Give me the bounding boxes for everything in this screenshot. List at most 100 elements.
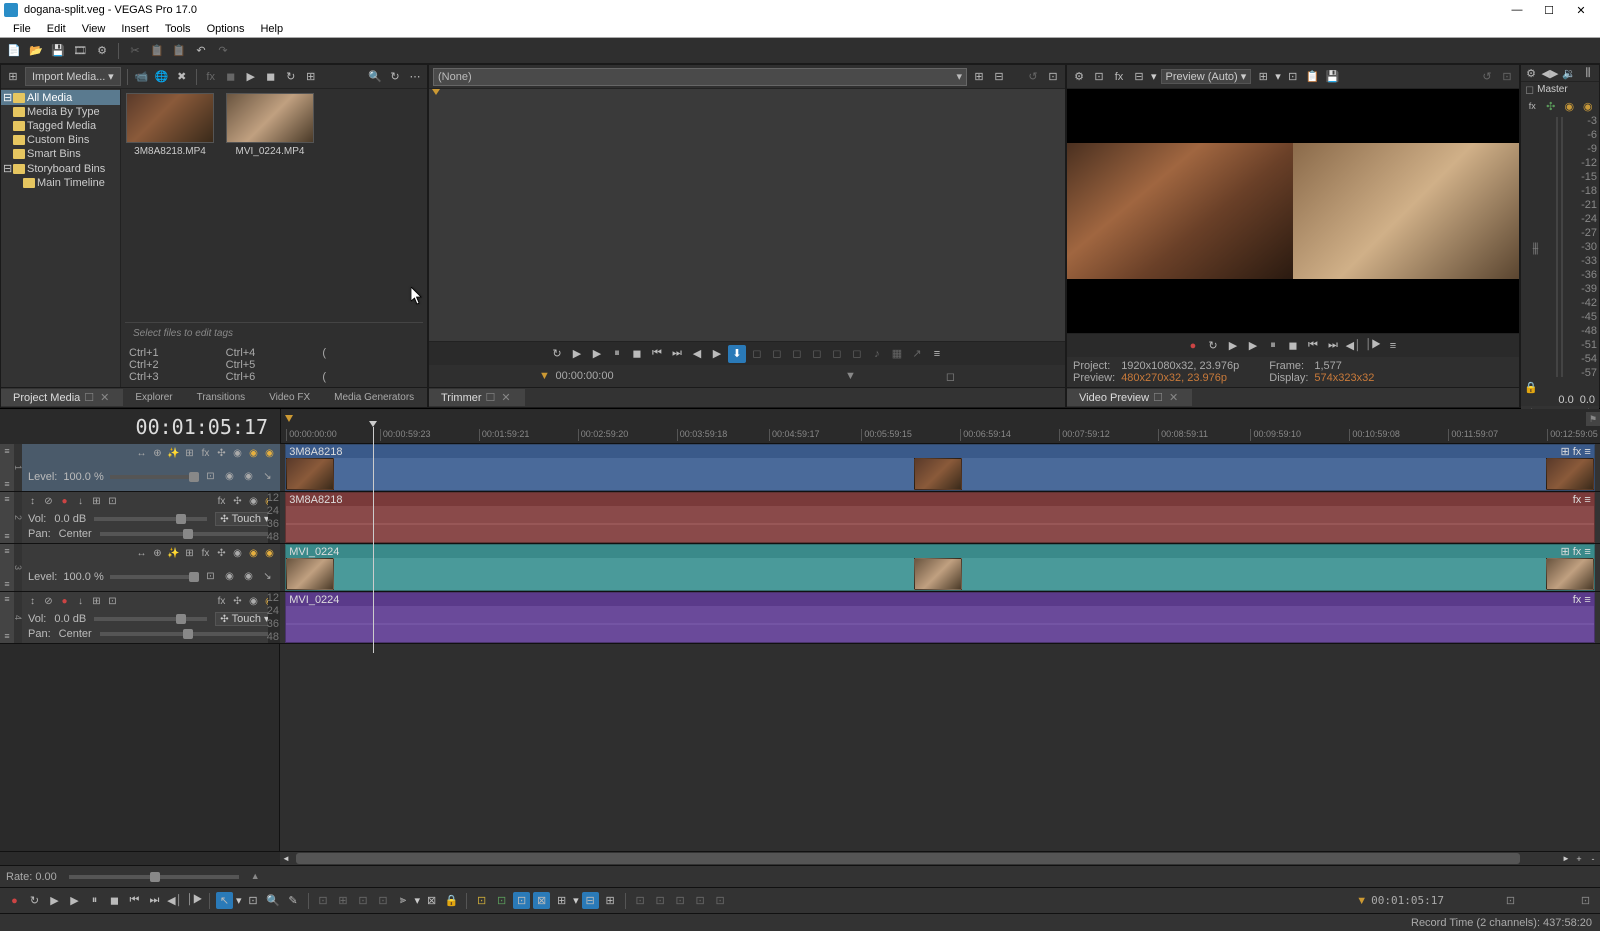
marker-3-icon[interactable]: ⊡ bbox=[672, 892, 689, 909]
ruler-in-marker[interactable] bbox=[285, 415, 293, 422]
menu-edit[interactable]: Edit bbox=[40, 21, 73, 37]
volume-slider[interactable] bbox=[94, 517, 207, 521]
clip-pan-icon[interactable]: ⊞ bbox=[1561, 545, 1570, 558]
rate-slider[interactable] bbox=[69, 875, 239, 879]
preview-props-icon[interactable]: ⚙ bbox=[1071, 69, 1087, 85]
level-slider[interactable] bbox=[110, 575, 198, 579]
marker-4-icon[interactable]: ⊡ bbox=[692, 892, 709, 909]
selection-length-icon[interactable]: ⊡ bbox=[1577, 892, 1594, 909]
solo-icon[interactable]: ◉ bbox=[247, 547, 260, 560]
tab-media-generators[interactable]: Media Generators bbox=[322, 390, 426, 405]
child-icon[interactable]: ◉ bbox=[242, 570, 255, 583]
clip-pan-icon[interactable]: ⊞ bbox=[1561, 445, 1570, 458]
input-monitor-icon[interactable]: ↓ bbox=[74, 495, 87, 508]
play-start-icon[interactable]: ▶ bbox=[568, 345, 586, 363]
clip-fx-icon[interactable]: fx bbox=[1573, 494, 1582, 506]
comp-mode-icon[interactable]: ⊡ bbox=[204, 570, 217, 583]
auto-ripple-icon[interactable]: ⫸ bbox=[395, 892, 412, 909]
prev-frame-icon[interactable]: ◀⏐ bbox=[166, 892, 183, 909]
event-edge-icon[interactable]: ⊡ bbox=[513, 892, 530, 909]
close-button[interactable]: ✕ bbox=[1574, 3, 1588, 17]
event-generate-icon[interactable]: ⊞ bbox=[602, 892, 619, 909]
clip-menu-icon[interactable]: ≡ bbox=[1584, 494, 1590, 506]
pause-icon[interactable]: ⏸ bbox=[86, 892, 103, 909]
trimmer-split-icon[interactable]: ⊟ bbox=[991, 69, 1007, 85]
media-props-icon[interactable]: ⊞ bbox=[5, 69, 21, 85]
track-menu-icon[interactable]: ≡ bbox=[4, 546, 9, 556]
play-start-icon[interactable]: ▶ bbox=[1224, 337, 1242, 355]
event-fx-icon[interactable]: ⊟ bbox=[582, 892, 599, 909]
lock-icon[interactable]: 🔒 bbox=[1524, 381, 1538, 394]
stop2-icon[interactable]: ◼ bbox=[263, 69, 279, 85]
tree-storyboard-bins[interactable]: ⊟Storyboard Bins bbox=[1, 161, 120, 176]
preview-quality-combo[interactable]: Preview (Auto) ▾ bbox=[1161, 69, 1252, 84]
preview-more-icon[interactable]: ↺ bbox=[1479, 69, 1495, 85]
motion-icon[interactable]: ⊕ bbox=[151, 547, 164, 560]
track-header-3[interactable]: ↔ ⊕ ✨ ⊞ fx ✣ ◉ ◉ ◉ Level: 100.0 % ⊡ ◉ ◉ bbox=[22, 544, 280, 591]
loop-icon[interactable]: ↻ bbox=[1204, 337, 1222, 355]
external-icon[interactable]: ↗ bbox=[908, 345, 926, 363]
clip-menu-icon[interactable]: ≡ bbox=[1584, 546, 1590, 558]
marker-2-icon[interactable]: ⊡ bbox=[652, 892, 669, 909]
normal-edit-tool-icon[interactable]: ↖ bbox=[216, 892, 233, 909]
track-min-icon[interactable]: ≡ bbox=[4, 631, 9, 641]
tree-media-by-type[interactable]: Media By Type bbox=[1, 105, 120, 119]
track-content-4[interactable]: 12243648 MVI_0224fx≡ bbox=[280, 592, 1600, 643]
timeline-scrollbar[interactable]: ◄ ► + - bbox=[0, 851, 1600, 865]
prev-frame-icon[interactable]: ◀ bbox=[688, 345, 706, 363]
group-icon[interactable]: ⊡ bbox=[493, 892, 510, 909]
menu-tools[interactable]: Tools bbox=[158, 21, 198, 37]
views-icon[interactable]: ⊞ bbox=[303, 69, 319, 85]
paste-icon[interactable]: 📋 bbox=[171, 43, 187, 59]
snap-grid-icon[interactable]: ⊞ bbox=[335, 892, 352, 909]
automation-mode-combo[interactable]: ✣ Touch ▾ bbox=[215, 512, 274, 526]
preview-ext-icon[interactable]: ⊡ bbox=[1499, 69, 1515, 85]
media-fx-icon[interactable]: fx bbox=[203, 69, 219, 85]
prev-frame-icon[interactable]: ◀⏐ bbox=[1344, 337, 1362, 355]
automation-icon[interactable]: ⊞ bbox=[183, 447, 196, 460]
master-auto-icon[interactable]: ✣ bbox=[1544, 98, 1559, 114]
goto-end-icon[interactable]: ⏭ bbox=[1324, 337, 1342, 355]
new-project-icon[interactable]: 📄 bbox=[6, 43, 22, 59]
close-tab-icon[interactable]: ✕ bbox=[499, 391, 512, 404]
pan-slider[interactable] bbox=[100, 532, 274, 536]
trimmer-ext-icon[interactable]: ⊡ bbox=[1045, 69, 1061, 85]
make-child-icon[interactable]: ↘ bbox=[261, 570, 274, 583]
auto-crossfade-icon[interactable]: ⊠ bbox=[423, 892, 440, 909]
master-output-icon[interactable]: ◀▶ bbox=[1542, 65, 1558, 81]
selection-tool-icon[interactable]: ⊡ bbox=[245, 892, 262, 909]
trimmer-show-icon[interactable]: ↺ bbox=[1025, 69, 1041, 85]
record-arm-icon[interactable]: ● bbox=[58, 495, 71, 508]
stop-icon[interactable]: ◼ bbox=[223, 69, 239, 85]
lock-envelopes-icon[interactable]: 🔒 bbox=[443, 892, 460, 909]
auto-icon[interactable]: ✣ bbox=[231, 495, 244, 508]
stop-icon[interactable]: ◼ bbox=[1284, 337, 1302, 355]
overwrite-icon[interactable]: ◻ bbox=[748, 345, 766, 363]
trimmer-in-marker[interactable] bbox=[432, 89, 440, 95]
tab-project-media[interactable]: Project Media ☐ ✕ bbox=[1, 389, 123, 406]
parent-icon[interactable]: ◉ bbox=[223, 470, 236, 483]
phase-icon[interactable]: ⊘ bbox=[42, 595, 55, 608]
loop-icon[interactable]: ↻ bbox=[26, 892, 43, 909]
maximize-button[interactable]: ☐ bbox=[1542, 3, 1556, 17]
copy-snapshot-icon[interactable]: 📋 bbox=[1305, 69, 1321, 85]
menu-file[interactable]: File bbox=[6, 21, 38, 37]
track-min-icon[interactable]: ≡ bbox=[4, 531, 9, 541]
create-subclip-icon[interactable]: ◻ bbox=[828, 345, 846, 363]
tree-smart-bins[interactable]: Smart Bins bbox=[1, 147, 120, 161]
menu-view[interactable]: View bbox=[75, 21, 113, 37]
tab-video-fx[interactable]: Video FX bbox=[257, 390, 322, 405]
import-media-button[interactable]: Import Media... ▾ bbox=[25, 67, 121, 86]
track-content-3[interactable]: MVI_0224⊞fx≡ bbox=[280, 544, 1600, 591]
pan-slider[interactable] bbox=[100, 632, 274, 636]
bypass-motion-icon[interactable]: ↔ bbox=[135, 447, 148, 460]
goto-start-icon[interactable]: ⏮ bbox=[648, 345, 666, 363]
media-thumb-1[interactable]: 3M8A8218.MP4 bbox=[125, 93, 215, 157]
mute-icon[interactable]: ◉ bbox=[231, 447, 244, 460]
copy-icon[interactable]: 📋 bbox=[149, 43, 165, 59]
track-header-2[interactable]: ↕ ⊘ ● ↓ ⊞ ⊡ fx ✣ ◉ ◉ Vol: 0.0 dB bbox=[22, 492, 280, 543]
tab-explorer[interactable]: Explorer bbox=[123, 390, 184, 405]
snap-icon[interactable]: ⊡ bbox=[315, 892, 332, 909]
preview-ext-monitor-icon[interactable]: ⊡ bbox=[1091, 69, 1107, 85]
volume-slider[interactable] bbox=[94, 617, 207, 621]
